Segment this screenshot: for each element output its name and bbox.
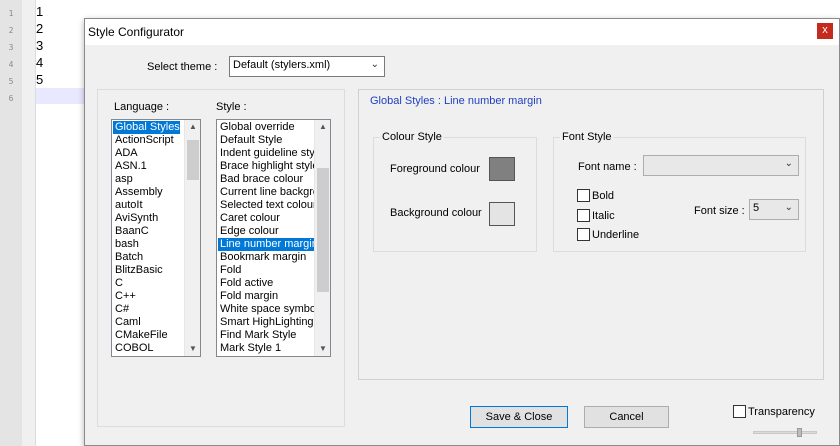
foreground-colour-swatch[interactable]: [489, 157, 515, 181]
language-label: Language :: [114, 101, 170, 113]
language-list-item[interactable]: ASN.1: [113, 160, 180, 173]
fold-margin: [22, 0, 36, 446]
dialog-title: Style Configurator: [88, 25, 185, 39]
code-line[interactable]: 2: [36, 21, 43, 36]
font-style-title: Font Style: [560, 131, 614, 143]
background-colour-label: Background colour: [390, 207, 482, 219]
language-list-item[interactable]: BlitzBasic: [113, 264, 180, 277]
scroll-up-icon[interactable]: ▲: [315, 120, 330, 134]
font-name-select[interactable]: ⌄: [643, 155, 799, 176]
code-line[interactable]: 3: [36, 38, 43, 53]
close-icon[interactable]: x: [817, 23, 833, 39]
line-number: 3: [8, 43, 14, 52]
line-number: 5: [8, 77, 14, 86]
scroll-thumb[interactable]: [187, 140, 199, 180]
line-number: 1: [8, 9, 14, 18]
scroll-down-icon[interactable]: ▼: [185, 342, 200, 356]
language-list[interactable]: Global Styles ActionScript ADA ASN.1 asp Asse…: [111, 119, 201, 357]
bold-label: Bold: [592, 190, 615, 202]
language-list-item[interactable]: bash: [113, 238, 180, 251]
language-list-item[interactable]: autoIt: [113, 199, 180, 212]
style-label: Style :: [216, 101, 247, 113]
select-theme-label: Select theme :: [147, 61, 218, 73]
language-list-item[interactable]: C: [113, 277, 180, 290]
colour-style-title: Colour Style: [380, 131, 444, 143]
line-number: 4: [8, 60, 14, 69]
font-size-select[interactable]: 5 ⌄: [749, 199, 799, 220]
language-list-item[interactable]: Assembly: [113, 186, 180, 199]
scroll-down-icon[interactable]: ▼: [315, 342, 330, 356]
line-number: 6: [8, 94, 14, 103]
language-list-item[interactable]: Batch: [113, 251, 180, 264]
font-size-value: 5: [753, 202, 760, 214]
language-list-item[interactable]: Global Styles: [113, 121, 180, 134]
language-list-item[interactable]: Caml: [113, 316, 180, 329]
language-list-item[interactable]: COBOL: [113, 342, 180, 355]
transparency-slider-thumb[interactable]: [797, 428, 802, 437]
language-list-item[interactable]: asp: [113, 173, 180, 186]
theme-select[interactable]: Default (stylers.xml) ⌄: [229, 56, 385, 77]
style-list-scrollbar[interactable]: ▲ ▼: [314, 120, 330, 356]
bold-checkbox[interactable]: [577, 189, 590, 202]
language-list-item[interactable]: C#: [113, 303, 180, 316]
code-line[interactable]: 4: [36, 55, 43, 70]
line-number-gutter: 1 2 3 4 5 6: [0, 0, 22, 446]
code-line[interactable]: 5: [36, 72, 43, 87]
dialog-titlebar[interactable]: Style Configurator x: [85, 19, 839, 45]
language-list-items: Global Styles ActionScript ADA ASN.1 asp Asse…: [113, 121, 180, 355]
cancel-button[interactable]: Cancel: [584, 406, 669, 428]
font-name-label: Font name :: [578, 161, 637, 173]
scroll-thumb[interactable]: [317, 168, 329, 292]
chevron-down-icon: ⌄: [784, 202, 793, 213]
language-list-item[interactable]: ActionScript: [113, 134, 180, 147]
language-list-item[interactable]: BaanC: [113, 225, 180, 238]
italic-checkbox[interactable]: [577, 209, 590, 222]
language-list-scrollbar[interactable]: ▲ ▼: [184, 120, 200, 356]
save-close-button[interactable]: Save & Close: [470, 406, 568, 428]
code-line[interactable]: 1: [36, 4, 43, 19]
panel-title: Global Styles : Line number margin: [370, 95, 542, 107]
underline-label: Underline: [592, 229, 640, 241]
language-list-item[interactable]: AviSynth: [113, 212, 180, 225]
theme-select-value: Default (stylers.xml): [233, 59, 331, 71]
language-list-item[interactable]: CMakeFile: [113, 329, 180, 342]
foreground-colour-label: Foreground colour: [390, 163, 480, 175]
transparency-label: Transparency: [748, 406, 815, 418]
underline-checkbox[interactable]: [577, 228, 590, 241]
transparency-slider[interactable]: [753, 431, 817, 434]
style-list[interactable]: Global override Default Style Indent guide…: [216, 119, 331, 357]
chevron-down-icon: ⌄: [370, 59, 379, 70]
transparency-checkbox[interactable]: [733, 405, 746, 418]
language-list-item[interactable]: ADA: [113, 147, 180, 160]
background-colour-swatch[interactable]: [489, 202, 515, 226]
colour-style-group: Colour Style: [373, 131, 537, 252]
scroll-up-icon[interactable]: ▲: [185, 120, 200, 134]
font-size-label: Font size :: [694, 205, 745, 217]
chevron-down-icon: ⌄: [784, 158, 793, 169]
language-list-item[interactable]: C++: [113, 290, 180, 303]
line-number: 2: [8, 26, 14, 35]
style-configurator-dialog: Style Configurator x Select theme : Defa…: [84, 18, 840, 446]
italic-label: Italic: [592, 210, 615, 222]
